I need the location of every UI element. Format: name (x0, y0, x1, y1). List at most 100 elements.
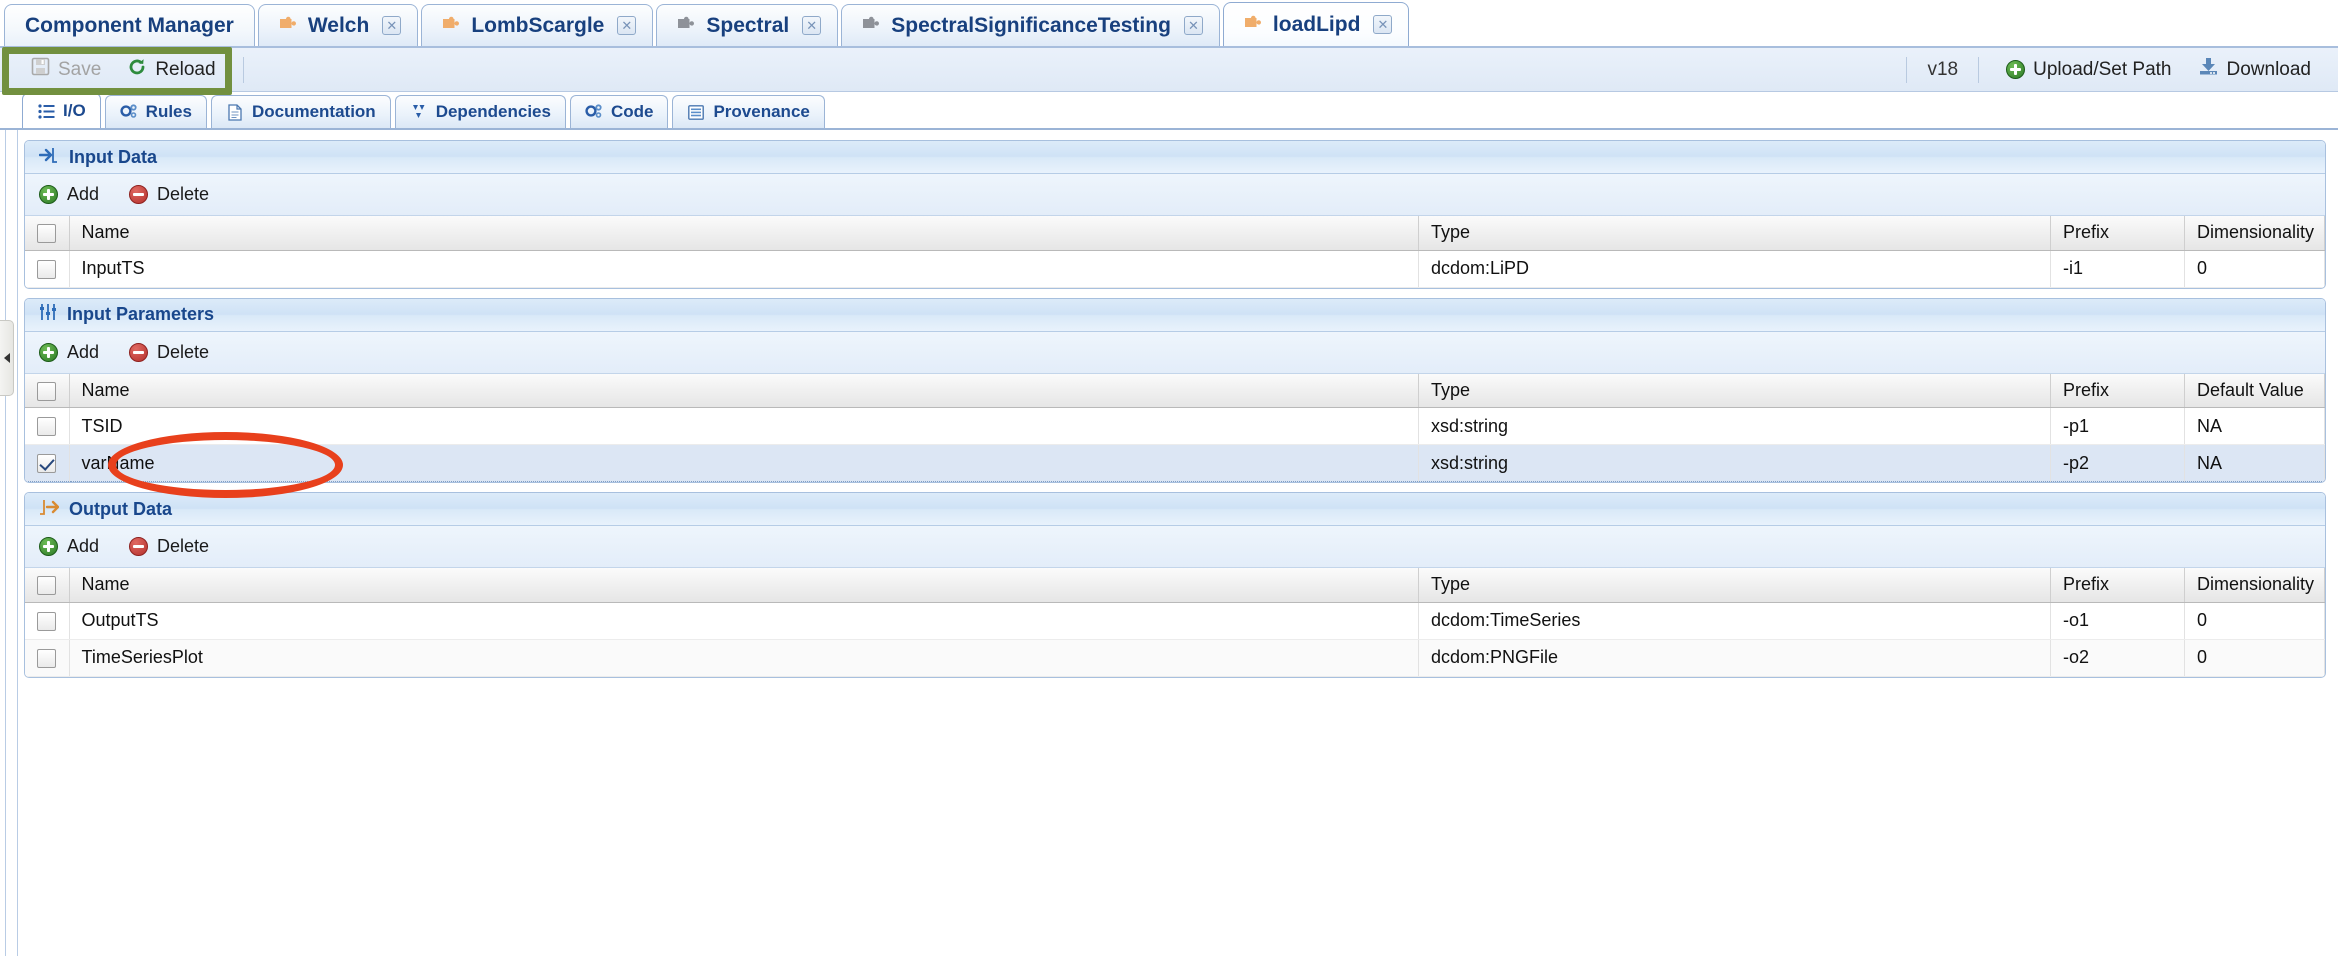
tab-spectralsignificancetesting[interactable]: SpectralSignificanceTesting ✕ (841, 4, 1220, 46)
delete-input-data-button[interactable]: Delete (129, 184, 209, 205)
cell-type[interactable]: dcdom:PNGFile (1418, 639, 2051, 677)
table-row[interactable]: TSID xsd:string -p1 NA (25, 407, 2325, 445)
plus-circle-icon (2006, 60, 2026, 79)
tab-provenance[interactable]: Provenance (672, 95, 825, 128)
delete-input-parameter-button[interactable]: Delete (129, 342, 209, 363)
cell-prefix[interactable]: -i1 (2050, 250, 2185, 288)
row-select-cell[interactable] (25, 602, 70, 640)
close-icon[interactable]: ✕ (802, 16, 822, 35)
add-output-data-button[interactable]: Add (39, 536, 99, 557)
input-data-table: Name Type Prefix Dimensionality InputTS … (25, 216, 2325, 288)
tab-welch[interactable]: Welch ✕ (257, 4, 419, 46)
column-header-dimensionality[interactable]: Dimensionality (2184, 568, 2325, 603)
column-header-type[interactable]: Type (1418, 373, 2051, 408)
row-checkbox[interactable] (37, 454, 56, 474)
cell-prefix[interactable]: -p1 (2050, 407, 2185, 445)
row-select-cell[interactable] (25, 639, 70, 677)
cell-prefix[interactable]: -o2 (2050, 639, 2185, 677)
tab-label: Dependencies (435, 102, 551, 121)
select-all-checkbox[interactable] (37, 381, 56, 401)
select-all-header[interactable] (25, 373, 70, 408)
tab-dependencies[interactable]: Dependencies (394, 95, 566, 128)
cell-type[interactable]: xsd:string (1418, 407, 2051, 445)
cell-dimensionality[interactable]: 0 (2184, 639, 2325, 677)
tab-documentation[interactable]: Documentation (210, 95, 391, 128)
table-row[interactable]: TimeSeriesPlot dcdom:PNGFile -o2 0 (25, 639, 2325, 677)
table-row[interactable]: InputTS dcdom:LiPD -i1 0 (25, 250, 2325, 288)
cell-type[interactable]: dcdom:LiPD (1418, 250, 2051, 288)
row-select-cell[interactable] (25, 444, 70, 482)
cell-type[interactable]: xsd:string (1418, 444, 2051, 482)
upload-label: Upload/Set Path (2033, 58, 2172, 80)
tab-lombscargle[interactable]: LombScargle ✕ (421, 4, 654, 46)
table-header-row: Name Type Prefix Dimensionality (25, 568, 2325, 603)
download-button[interactable]: Download (2185, 52, 2325, 87)
column-header-type[interactable]: Type (1418, 216, 2051, 251)
select-all-checkbox[interactable] (37, 224, 56, 243)
column-header-name[interactable]: Name (69, 216, 1419, 251)
cell-prefix[interactable]: -p2 (2050, 444, 2185, 482)
cell-name[interactable]: varName (69, 444, 1419, 482)
column-header-default-value[interactable]: Default Value (2184, 373, 2325, 408)
column-header-prefix[interactable]: Prefix (2050, 568, 2185, 603)
cell-type[interactable]: dcdom:TimeSeries (1418, 602, 2051, 640)
plus-circle-icon (39, 537, 58, 556)
upload-set-path-button[interactable]: Upload/Set Path (1993, 54, 2184, 86)
column-header-type[interactable]: Type (1418, 568, 2051, 603)
row-select-cell[interactable] (25, 250, 70, 288)
close-icon[interactable]: ✕ (382, 16, 402, 35)
section-header: Input Data (25, 141, 2325, 174)
close-icon[interactable]: ✕ (617, 16, 637, 35)
download-label: Download (2226, 58, 2312, 80)
row-checkbox[interactable] (37, 417, 56, 437)
collapse-panel-handle[interactable] (0, 320, 14, 396)
cell-prefix[interactable]: -o1 (2050, 602, 2185, 640)
cell-name[interactable]: InputTS (69, 250, 1419, 288)
row-checkbox[interactable] (37, 259, 56, 279)
column-header-prefix[interactable]: Prefix (2050, 373, 2185, 408)
cell-name[interactable]: TimeSeriesPlot (69, 639, 1419, 677)
tab-rules[interactable]: Rules (104, 95, 207, 128)
tab-component-manager[interactable]: Component Manager (4, 4, 255, 46)
tab-label: Documentation (251, 102, 376, 121)
select-all-header[interactable] (25, 568, 70, 603)
close-icon[interactable]: ✕ (1373, 15, 1393, 34)
tab-loadlipd[interactable]: loadLipd ✕ (1222, 2, 1410, 46)
gears-icon (585, 103, 603, 121)
cell-name[interactable]: OutputTS (69, 602, 1419, 640)
table-row[interactable]: varName xsd:string -p2 NA (25, 444, 2325, 482)
cell-dimensionality[interactable]: 0 (2184, 602, 2325, 640)
select-all-checkbox[interactable] (37, 576, 56, 595)
row-checkbox[interactable] (37, 611, 56, 631)
toolbar-divider-right-b (1978, 56, 1980, 83)
arrow-out-icon (39, 499, 60, 520)
cell-name[interactable]: TSID (69, 407, 1419, 445)
cell-dimensionality[interactable]: 0 (2184, 250, 2325, 288)
tab-code[interactable]: Code (569, 95, 669, 128)
tab-spectral[interactable]: Spectral ✕ (656, 4, 839, 46)
tab-io[interactable]: I/O (22, 93, 101, 128)
row-select-cell[interactable] (25, 407, 70, 445)
save-button[interactable]: Save (18, 52, 114, 87)
delete-output-data-button[interactable]: Delete (129, 536, 209, 557)
column-header-prefix[interactable]: Prefix (2050, 216, 2185, 251)
section-title: Output Data (69, 498, 172, 519)
close-icon[interactable]: ✕ (1183, 16, 1203, 35)
column-header-dimensionality[interactable]: Dimensionality (2184, 216, 2325, 251)
cell-default-value[interactable]: NA (2184, 444, 2325, 482)
reload-button[interactable]: Reload (114, 52, 228, 88)
tab-label: I/O (63, 101, 86, 120)
reload-label: Reload (155, 58, 216, 80)
column-header-name[interactable]: Name (69, 373, 1419, 408)
sliders-icon (39, 304, 57, 325)
add-input-data-button[interactable]: Add (39, 184, 99, 205)
column-header-name[interactable]: Name (69, 568, 1419, 603)
puzzle-icon (860, 16, 882, 35)
select-all-header[interactable] (25, 216, 70, 251)
delete-label: Delete (157, 341, 210, 362)
cell-default-value[interactable]: NA (2184, 407, 2325, 445)
row-checkbox[interactable] (37, 648, 56, 668)
add-input-parameter-button[interactable]: Add (39, 342, 99, 363)
plus-circle-icon (39, 342, 58, 362)
table-row[interactable]: OutputTS dcdom:TimeSeries -o1 0 (25, 602, 2325, 640)
